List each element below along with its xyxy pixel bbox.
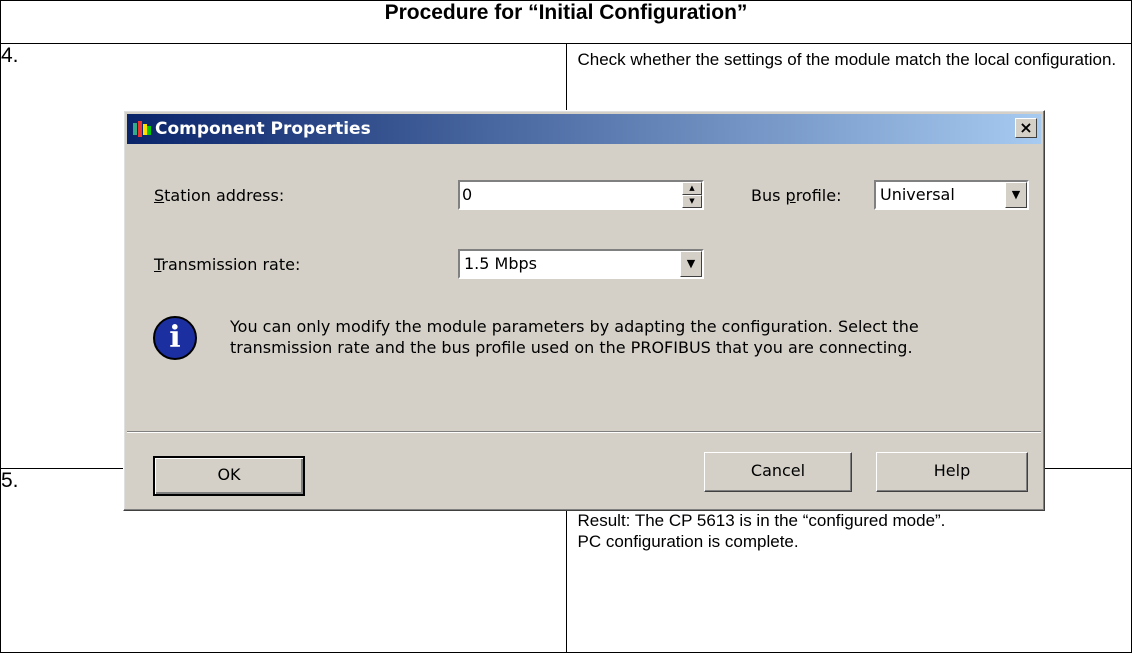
dropdown-arrow-icon[interactable]: ▼ bbox=[1005, 182, 1027, 208]
bus-profile-value: Universal bbox=[880, 185, 955, 204]
document-page: Procedure for “Initial Configuration” 4.… bbox=[0, 0, 1133, 653]
info-message: You can only modify the module parameter… bbox=[230, 317, 919, 357]
component-properties-dialog: Component Properties × Station address: … bbox=[123, 110, 1045, 511]
help-button[interactable]: Help bbox=[876, 452, 1028, 492]
close-button[interactable]: × bbox=[1015, 118, 1037, 138]
ok-button[interactable]: OK bbox=[153, 456, 305, 496]
station-address-spinner[interactable]: 0 ▲ ▼ bbox=[458, 180, 704, 210]
station-address-label: Station address: bbox=[154, 186, 285, 205]
spin-down-button[interactable]: ▼ bbox=[682, 195, 702, 208]
station-address-value[interactable]: 0 bbox=[462, 185, 472, 204]
divider bbox=[127, 431, 1041, 433]
info-icon: i bbox=[153, 316, 197, 360]
dropdown-arrow-icon[interactable]: ▼ bbox=[680, 251, 702, 277]
transmission-rate-label: Transmission rate: bbox=[154, 255, 301, 274]
app-icon bbox=[133, 121, 151, 137]
bus-profile-select[interactable]: Universal ▼ bbox=[874, 180, 1029, 210]
dialog-title: Component Properties bbox=[155, 119, 371, 139]
spin-up-button[interactable]: ▲ bbox=[682, 182, 702, 195]
table-title: Procedure for “Initial Configuration” bbox=[0, 0, 1132, 44]
cancel-button[interactable]: Cancel bbox=[704, 452, 852, 492]
close-icon: × bbox=[1019, 118, 1033, 137]
step-text: Check whether the settings of the module… bbox=[577, 50, 1117, 69]
dialog-titlebar: Component Properties × bbox=[127, 114, 1041, 144]
transmission-rate-value: 1.5 Mbps bbox=[464, 254, 537, 273]
bus-profile-label: Bus profile: bbox=[751, 186, 842, 205]
transmission-rate-select[interactable]: 1.5 Mbps ▼ bbox=[458, 249, 704, 279]
